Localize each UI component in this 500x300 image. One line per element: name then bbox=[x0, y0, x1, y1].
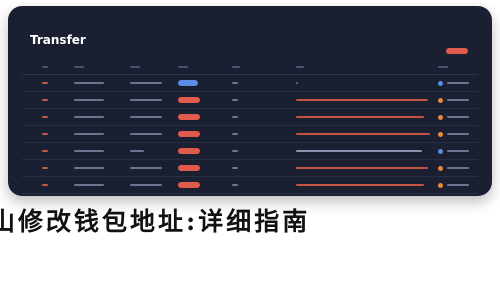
row-method bbox=[130, 143, 144, 159]
row-method bbox=[130, 177, 162, 193]
row-id bbox=[42, 126, 48, 142]
row-date bbox=[74, 126, 104, 142]
row-type bbox=[232, 143, 238, 159]
status-dot-icon bbox=[438, 165, 443, 171]
row-address bbox=[296, 92, 428, 108]
status-dot-icon bbox=[438, 131, 443, 137]
row-status bbox=[438, 126, 469, 142]
header-address bbox=[296, 60, 304, 74]
row-status bbox=[438, 75, 469, 91]
row-date bbox=[74, 160, 104, 176]
header-status bbox=[438, 60, 448, 74]
row-date bbox=[74, 92, 104, 108]
row-address bbox=[296, 143, 422, 159]
row-method bbox=[130, 109, 162, 125]
row-id bbox=[42, 109, 48, 125]
row-type bbox=[232, 160, 238, 176]
row-method bbox=[130, 75, 162, 91]
row-status bbox=[438, 109, 469, 125]
row-id bbox=[42, 75, 48, 91]
table-row[interactable] bbox=[22, 109, 478, 126]
row-type bbox=[232, 177, 238, 193]
amount-badge bbox=[178, 160, 200, 176]
table-row[interactable] bbox=[22, 177, 478, 194]
row-type bbox=[232, 75, 238, 91]
table-row[interactable] bbox=[22, 143, 478, 160]
header-method bbox=[130, 60, 140, 74]
article-title: 山修改钱包地址:详细指南 bbox=[0, 207, 311, 236]
row-date bbox=[74, 143, 104, 159]
amount-badge bbox=[178, 177, 200, 193]
amount-badge bbox=[178, 92, 200, 108]
table-row[interactable] bbox=[22, 160, 478, 177]
row-id bbox=[42, 92, 48, 108]
row-type bbox=[232, 109, 238, 125]
row-address bbox=[296, 109, 424, 125]
row-method bbox=[130, 126, 162, 142]
row-type bbox=[232, 92, 238, 108]
row-method bbox=[130, 92, 162, 108]
row-status bbox=[438, 92, 469, 108]
status-dot-icon bbox=[438, 80, 443, 86]
transfer-window: Transfer bbox=[8, 6, 492, 196]
row-date bbox=[74, 75, 104, 91]
table-row[interactable] bbox=[22, 92, 478, 109]
row-id bbox=[42, 160, 48, 176]
row-status bbox=[438, 143, 469, 159]
header-id bbox=[42, 60, 48, 74]
row-id bbox=[42, 143, 48, 159]
header-amount bbox=[178, 60, 188, 74]
header-date bbox=[74, 60, 84, 74]
row-method bbox=[130, 160, 162, 176]
row-status bbox=[438, 177, 469, 193]
table-row[interactable] bbox=[22, 75, 478, 92]
amount-badge bbox=[178, 75, 198, 91]
row-address bbox=[296, 160, 428, 176]
status-dot-icon bbox=[438, 97, 443, 103]
row-date bbox=[74, 177, 104, 193]
row-id bbox=[42, 177, 48, 193]
primary-action-button[interactable] bbox=[446, 48, 468, 54]
table-row[interactable] bbox=[22, 126, 478, 143]
header-type bbox=[232, 60, 240, 74]
status-dot-icon bbox=[438, 182, 443, 188]
row-address bbox=[296, 177, 424, 193]
row-date bbox=[74, 109, 104, 125]
row-address bbox=[296, 126, 430, 142]
amount-badge bbox=[178, 143, 200, 159]
row-status bbox=[438, 160, 469, 176]
amount-badge bbox=[178, 109, 200, 125]
transactions-table bbox=[22, 60, 478, 194]
status-dot-icon bbox=[438, 148, 443, 154]
row-address bbox=[296, 75, 298, 91]
table-header bbox=[22, 60, 478, 75]
amount-badge bbox=[178, 126, 200, 142]
window-title: Transfer bbox=[30, 33, 86, 47]
row-type bbox=[232, 126, 238, 142]
status-dot-icon bbox=[438, 114, 443, 120]
